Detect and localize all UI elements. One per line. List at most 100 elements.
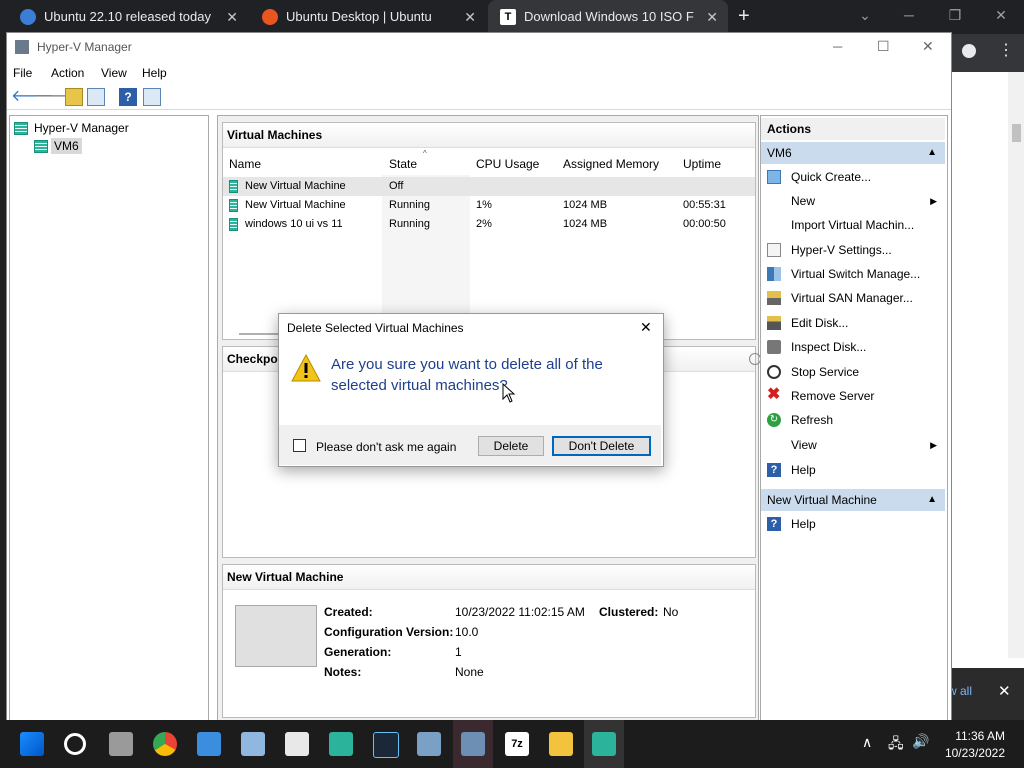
- clock-date[interactable]: 10/23/2022: [935, 746, 1005, 760]
- tray-chevron-icon[interactable]: ∧: [862, 734, 872, 751]
- action-edit-disk[interactable]: Edit Disk...: [761, 312, 945, 334]
- action-inspect-disk[interactable]: Inspect Disk...: [761, 336, 945, 358]
- column-header-name[interactable]: Name: [229, 153, 261, 175]
- show-hide-tree-icon[interactable]: [87, 88, 105, 106]
- windows-start-icon[interactable]: [20, 732, 44, 756]
- column-header-uptime[interactable]: Uptime: [683, 153, 721, 175]
- network-icon[interactable]: 🖧: [888, 733, 904, 757]
- created-label: Created:: [324, 605, 373, 619]
- tree-root-label: Hyper-V Manager: [34, 121, 129, 135]
- close-tab-icon[interactable]: ✕: [706, 0, 718, 34]
- browser-tab-ubuntu-news[interactable]: Ubuntu 22.10 released today | Lin ✕: [8, 0, 248, 34]
- browser-maximize-button[interactable]: ❐: [932, 0, 978, 34]
- action-refresh[interactable]: ↻ Refresh: [761, 409, 945, 431]
- dont-delete-button[interactable]: Don't Delete: [552, 436, 651, 456]
- back-arrow-icon[interactable]: 🡐: [11, 88, 54, 106]
- vm-name: windows 10 ui vs 11: [245, 218, 343, 230]
- action-remove-server[interactable]: ✖ Remove Server: [761, 385, 945, 407]
- action-virtual-switch-manager[interactable]: Virtual Switch Manage...: [761, 263, 945, 285]
- column-header-cpu-usage[interactable]: CPU Usage: [476, 153, 539, 175]
- browser-tab-windows-iso[interactable]: T Download Windows 10 ISO Files ✕: [488, 0, 728, 34]
- action-help-vm6[interactable]: ? Help: [761, 459, 945, 481]
- action-quick-create[interactable]: Quick Create...: [761, 166, 945, 188]
- action-new[interactable]: New ▶: [761, 190, 945, 212]
- hyper-v-app-icon: [15, 40, 29, 54]
- quick-create-icon: [767, 170, 781, 184]
- close-tab-icon[interactable]: ✕: [464, 0, 476, 34]
- action-help-vm[interactable]: ? Help: [761, 513, 945, 535]
- hyper-v-taskbar-icon[interactable]: [329, 732, 353, 756]
- action-label: Remove Server: [791, 389, 875, 403]
- steam-icon[interactable]: [373, 732, 399, 758]
- server-manager-icon[interactable]: [417, 732, 441, 756]
- 7zip-icon[interactable]: 7z: [505, 732, 529, 756]
- network-computer-icon[interactable]: [241, 732, 265, 756]
- help-icon: ?: [767, 517, 781, 531]
- remove-x-icon: ✖: [767, 386, 781, 403]
- toolbar: 🡐 🡒 ?: [7, 84, 951, 110]
- scrollbar[interactable]: [1008, 72, 1024, 658]
- menu-file[interactable]: File: [13, 66, 32, 80]
- dont-ask-checkbox[interactable]: [293, 439, 306, 452]
- vm-icon: [229, 177, 238, 196]
- dont-ask-label: Please don't ask me again: [316, 440, 457, 454]
- clock-time[interactable]: 11:36 AM: [943, 729, 1005, 743]
- dialog-close-button[interactable]: ✕: [640, 319, 652, 336]
- hyper-v-manager-taskbar-icon[interactable]: [592, 732, 616, 756]
- task-view-icon[interactable]: [109, 732, 133, 756]
- menu-help[interactable]: Help: [142, 66, 167, 80]
- profile-icon[interactable]: [962, 44, 976, 58]
- table-row[interactable]: New Virtual Machine Off: [223, 177, 755, 196]
- inspect-disk-icon: [767, 340, 781, 354]
- browser-tab-ubuntu-desktop[interactable]: Ubuntu Desktop | Ubuntu ✕: [250, 0, 486, 34]
- window-minimize-button[interactable]: ─: [833, 39, 842, 54]
- chrome-icon[interactable]: [153, 732, 177, 756]
- close-tab-icon[interactable]: ✕: [226, 0, 238, 34]
- notification-close-icon[interactable]: ✕: [998, 682, 1011, 700]
- search-icon[interactable]: [64, 733, 86, 755]
- window-maximize-button[interactable]: ☐: [877, 38, 890, 55]
- browser-minimize-button[interactable]: ─: [886, 0, 932, 34]
- folder-blue-icon[interactable]: [197, 732, 221, 756]
- column-header-state[interactable]: State: [389, 153, 417, 175]
- table-row[interactable]: New Virtual Machine Running 1% 1024 MB 0…: [223, 196, 755, 215]
- file-explorer-icon[interactable]: [549, 732, 573, 756]
- browser-close-button[interactable]: ✕: [978, 0, 1024, 34]
- action-stop-service[interactable]: Stop Service: [761, 361, 945, 383]
- show-hide-action-pane-icon[interactable]: [143, 88, 161, 106]
- dialog-message: Are you sure you want to delete all of t…: [331, 356, 603, 394]
- actions-section-vm6[interactable]: VM6 ▲: [761, 142, 945, 164]
- window-titlebar: Hyper-V Manager ─ ☐ ✕: [7, 33, 951, 63]
- vm-state: Off: [389, 180, 404, 192]
- details-title: New Virtual Machine: [223, 565, 755, 590]
- menu-action[interactable]: Action: [51, 66, 84, 80]
- browser-chevron-icon[interactable]: ⌄: [842, 0, 888, 34]
- window-close-button[interactable]: ✕: [922, 38, 934, 55]
- column-header-assigned-memory[interactable]: Assigned Memory: [563, 153, 659, 175]
- dialog-footer: Please don't ask me again Delete Don't D…: [279, 425, 661, 465]
- action-view[interactable]: View ▶: [761, 434, 945, 456]
- tecmint-icon: T: [500, 9, 516, 25]
- action-virtual-san-manager[interactable]: Virtual SAN Manager...: [761, 287, 945, 309]
- image-viewer-icon[interactable]: [461, 732, 485, 756]
- notepad-icon[interactable]: [285, 732, 309, 756]
- volume-icon[interactable]: 🔊: [912, 733, 929, 750]
- table-row[interactable]: windows 10 ui vs 11 Running 2% 1024 MB 0…: [223, 215, 755, 234]
- vm-cpu: 2%: [476, 218, 492, 230]
- collapse-up-icon[interactable]: ▲: [927, 142, 937, 164]
- menu-view[interactable]: View: [101, 66, 127, 80]
- action-label: Stop Service: [791, 365, 860, 379]
- collapse-up-icon[interactable]: ▲: [927, 489, 937, 511]
- action-import-vm[interactable]: Import Virtual Machin...: [761, 214, 945, 236]
- globe-icon: [20, 9, 36, 25]
- delete-button[interactable]: Delete: [478, 436, 544, 456]
- up-folder-icon[interactable]: [65, 88, 83, 106]
- help-icon[interactable]: ?: [119, 88, 137, 106]
- delete-confirmation-dialog: Delete Selected Virtual Machines ✕ Are y…: [278, 313, 664, 467]
- menu-dots-icon[interactable]: ⋮: [998, 40, 1014, 60]
- forward-arrow-icon[interactable]: 🡒: [33, 88, 76, 106]
- action-hyper-v-settings[interactable]: Hyper-V Settings...: [761, 239, 945, 261]
- actions-section-new-virtual-machine[interactable]: New Virtual Machine ▲: [761, 489, 945, 511]
- new-tab-button[interactable]: +: [738, 5, 750, 28]
- scrollbar-thumb[interactable]: [1012, 124, 1021, 142]
